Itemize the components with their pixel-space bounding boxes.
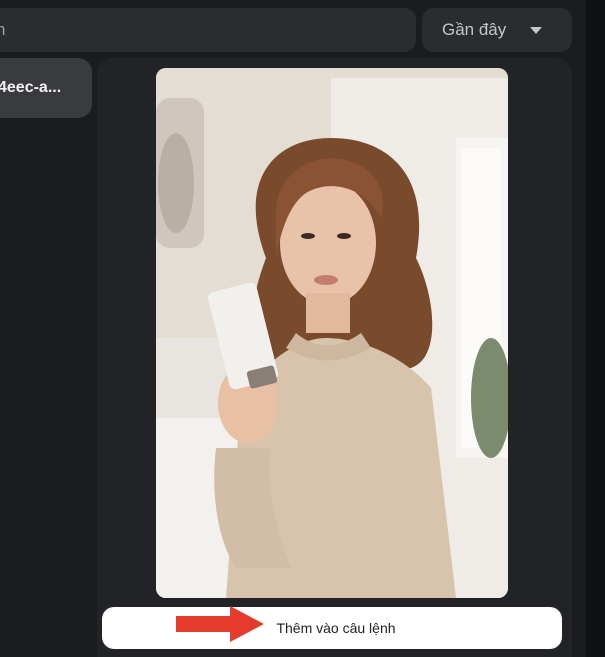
image-preview-panel (97, 58, 572, 657)
sort-dropdown-label: Gần đây (442, 20, 507, 39)
preview-image (156, 68, 508, 598)
red-arrow-icon (176, 606, 264, 642)
search-box[interactable] (0, 8, 416, 52)
search-input[interactable] (0, 9, 398, 51)
sidebar-item-label: 4eec-a... (0, 79, 62, 96)
window-edge (586, 0, 605, 657)
add-to-prompt-button[interactable]: Thêm vào câu lệnh (102, 607, 562, 649)
sort-dropdown[interactable]: Gần đây (422, 8, 572, 52)
add-to-prompt-label: Thêm vào câu lệnh (276, 620, 396, 636)
chevron-down-icon (530, 27, 542, 34)
sidebar-item-selected[interactable]: 4eec-a... (0, 58, 92, 118)
